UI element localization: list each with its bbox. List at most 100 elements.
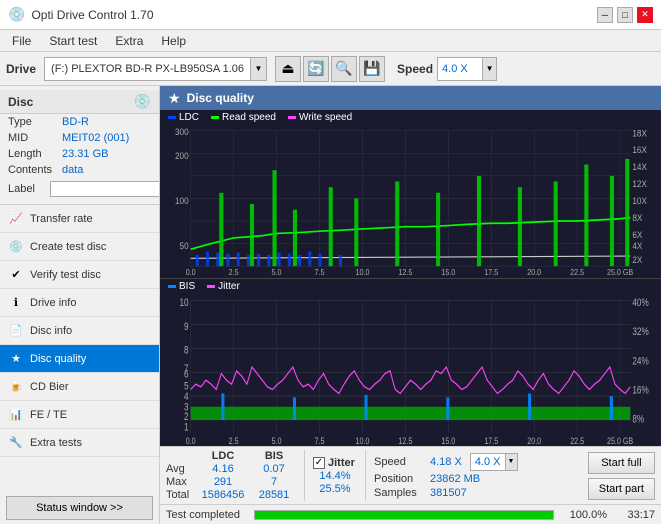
bis-color — [168, 285, 176, 288]
speed-select-arrow[interactable]: ▼ — [505, 454, 517, 470]
samples-label: Samples — [374, 487, 426, 499]
eject-button[interactable]: ⏏ — [275, 56, 301, 82]
bis-label: BIS — [179, 281, 195, 292]
drive-dropdown-arrow[interactable]: ▼ — [250, 58, 266, 80]
app-icon: 💿 — [8, 6, 25, 23]
svg-text:18X: 18X — [632, 128, 647, 138]
minimize-button[interactable]: ─ — [597, 7, 613, 23]
position-row: Position 23862 MB — [374, 473, 518, 485]
sidebar-item-disc-quality[interactable]: ★ Disc quality — [0, 345, 159, 373]
cd-bier-icon: 🍺 — [8, 379, 24, 395]
fe-te-icon: 📊 — [8, 407, 24, 423]
svg-text:2.5: 2.5 — [229, 268, 239, 277]
menu-start-test[interactable]: Start test — [41, 32, 105, 50]
bis-col-header: BIS — [252, 450, 296, 462]
svg-text:32%: 32% — [632, 326, 649, 338]
chart-top: 300 200 100 50 18X 16X 14X 12X 10X 8X 6X… — [160, 125, 661, 279]
svg-text:8%: 8% — [632, 413, 644, 425]
disc-quality-label: Disc quality — [30, 353, 86, 365]
legend-read-speed: Read speed — [211, 112, 276, 123]
disc-label-text: Label — [8, 183, 48, 195]
maximize-button[interactable]: □ — [617, 7, 633, 23]
sidebar-item-drive-info[interactable]: ℹ Drive info — [0, 289, 159, 317]
start-full-button[interactable]: Start full — [588, 452, 655, 474]
verify-test-disc-icon: ✔ — [8, 267, 24, 283]
close-button[interactable]: ✕ — [637, 7, 653, 23]
disc-section-title: Disc — [8, 95, 33, 109]
stats-header: LDC BIS — [166, 450, 296, 462]
sidebar: Disc 💿 Type BD-R MID MEIT02 (001) Length… — [0, 86, 160, 524]
transfer-rate-label: Transfer rate — [30, 213, 93, 225]
menu-file[interactable]: File — [4, 32, 39, 50]
speed-pos-stats: Speed 4.18 X 4.0 X ▼ Position 23862 MB S… — [374, 453, 518, 499]
svg-text:9: 9 — [184, 320, 189, 332]
speed-value: 4.0 X — [438, 63, 482, 75]
speed-selector-stat[interactable]: 4.0 X ▼ — [470, 453, 518, 471]
speed-dropdown-arrow[interactable]: ▼ — [482, 58, 496, 80]
legend-write-speed: Write speed — [288, 112, 352, 123]
chart-bottom: 10 9 8 7 6 5 4 3 2 1 40% 32% 24% 16% 8 — [160, 294, 661, 447]
title-bar: 💿 Opti Drive Control 1.70 ─ □ ✕ — [0, 0, 661, 30]
speed-value-stat: 4.18 X — [430, 456, 462, 468]
sidebar-item-fe-te[interactable]: 📊 FE / TE — [0, 401, 159, 429]
avg-label: Avg — [166, 463, 194, 475]
sidebar-item-create-test-disc[interactable]: 💿 Create test disc — [0, 233, 159, 261]
sidebar-item-cd-bier[interactable]: 🍺 CD Bier — [0, 373, 159, 401]
menu-extra[interactable]: Extra — [107, 32, 151, 50]
start-part-button[interactable]: Start part — [588, 478, 655, 500]
svg-text:16%: 16% — [632, 384, 649, 396]
sidebar-item-disc-info[interactable]: 📄 Disc info — [0, 317, 159, 345]
create-test-disc-label: Create test disc — [30, 241, 106, 253]
svg-text:8: 8 — [184, 344, 189, 356]
disc-mid-label: MID — [8, 132, 60, 144]
svg-text:1: 1 — [184, 421, 189, 433]
avg-row: Avg 4.16 0.07 — [166, 463, 296, 475]
menu-help[interactable]: Help — [153, 32, 194, 50]
chart-header: ★ Disc quality — [160, 86, 661, 110]
svg-text:22.5: 22.5 — [570, 436, 584, 446]
write-speed-label: Write speed — [299, 112, 352, 123]
sidebar-item-extra-tests[interactable]: 🔧 Extra tests — [0, 429, 159, 457]
svg-text:10X: 10X — [632, 196, 647, 206]
svg-text:0.0: 0.0 — [186, 268, 196, 277]
svg-text:200: 200 — [175, 151, 189, 161]
scan-button[interactable]: 🔍 — [331, 56, 357, 82]
right-panel: ★ Disc quality LDC Read speed Write spee… — [160, 86, 661, 524]
disc-info-label: Disc info — [30, 325, 72, 337]
disc-info-icon: 📄 — [8, 323, 24, 339]
jitter-col-header: Jitter — [328, 457, 355, 469]
bottom-chart-legend: BIS Jitter — [160, 279, 661, 294]
speed-selector[interactable]: 4.0 X ▼ — [437, 57, 497, 81]
disc-mid-row: MID MEIT02 (001) — [0, 130, 159, 146]
max-label: Max — [166, 476, 194, 488]
ldc-col-header: LDC — [198, 450, 248, 462]
status-window-button[interactable]: Status window >> — [6, 496, 153, 520]
svg-text:15.0: 15.0 — [441, 268, 455, 277]
svg-text:25.0 GB: 25.0 GB — [607, 268, 633, 277]
position-value: 23862 MB — [430, 473, 480, 485]
read-speed-label: Read speed — [222, 112, 276, 123]
drive-selector[interactable]: (F:) PLEXTOR BD-R PX-LB950SA 1.06 ▼ — [44, 57, 267, 81]
jitter-label: Jitter — [218, 281, 240, 292]
sidebar-item-verify-test-disc[interactable]: ✔ Verify test disc — [0, 261, 159, 289]
svg-text:16X: 16X — [632, 145, 647, 155]
save-button[interactable]: 💾 — [359, 56, 385, 82]
jitter-color — [207, 285, 215, 288]
stats-bar: LDC BIS Avg 4.16 0.07 Max 291 7 Total 15… — [160, 446, 661, 504]
disc-type-row: Type BD-R — [0, 114, 159, 130]
disc-label-input[interactable] — [50, 181, 160, 197]
speed-select-val: 4.0 X — [471, 456, 505, 468]
disc-icon: 💿 — [134, 93, 151, 110]
main-area: Disc 💿 Type BD-R MID MEIT02 (001) Length… — [0, 86, 661, 524]
svg-text:10.0: 10.0 — [355, 436, 369, 446]
max-jitter-row: 25.5% — [313, 483, 357, 495]
jitter-checkbox[interactable]: ✓ — [313, 457, 325, 469]
refresh-button[interactable]: 🔄 — [303, 56, 329, 82]
top-chart-svg: 300 200 100 50 18X 16X 14X 12X 10X 8X 6X… — [160, 125, 661, 278]
legend-bis: BIS — [168, 281, 195, 292]
svg-text:12.5: 12.5 — [398, 268, 412, 277]
disc-contents-label: Contents — [8, 164, 60, 176]
sidebar-item-transfer-rate[interactable]: 📈 Transfer rate — [0, 205, 159, 233]
drive-value: (F:) PLEXTOR BD-R PX-LB950SA 1.06 — [45, 63, 250, 75]
svg-text:6X: 6X — [632, 230, 642, 240]
